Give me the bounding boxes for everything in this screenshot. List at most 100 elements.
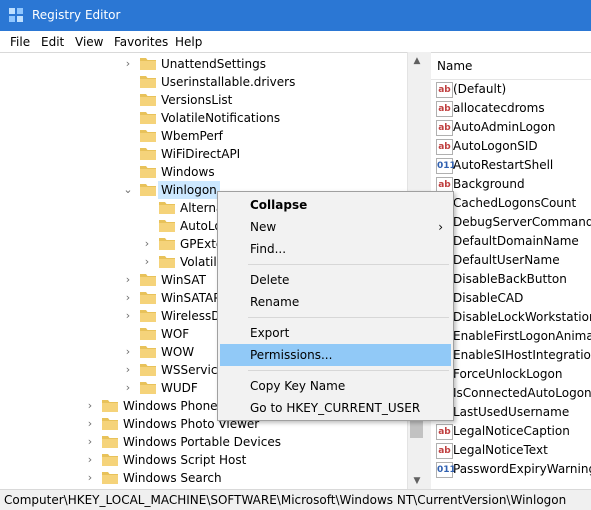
chevron-right-icon[interactable]: › xyxy=(123,289,133,307)
value-row[interactable]: ab allocatecdroms xyxy=(431,99,591,118)
chevron-right-icon[interactable]: › xyxy=(142,253,152,271)
value-row[interactable]: 011DisableLockWorkstation xyxy=(431,308,591,327)
value-row[interactable]: abDebugServerCommand xyxy=(431,213,591,232)
registry-icon xyxy=(9,8,23,22)
binary-value-icon: 011 xyxy=(436,158,456,174)
context-menu-item-find[interactable]: Find... xyxy=(220,238,451,260)
tree-item-label: Windows Search xyxy=(123,471,222,485)
scroll-up-icon[interactable]: ▲ xyxy=(412,56,422,66)
chevron-right-icon[interactable]: › xyxy=(123,55,133,73)
value-name: PasswordExpiryWarning xyxy=(453,462,591,476)
chevron-right-icon[interactable]: › xyxy=(123,343,133,361)
menu-help[interactable]: Help xyxy=(175,35,202,49)
tree-item-label: WUDF xyxy=(161,381,198,395)
chevron-right-icon[interactable]: › xyxy=(123,361,133,379)
value-row[interactable]: abDefaultUserName xyxy=(431,251,591,270)
chevron-right-icon[interactable]: › xyxy=(123,271,133,289)
context-menu-label: Delete xyxy=(250,273,290,287)
chevron-right-icon[interactable]: › xyxy=(85,415,95,433)
value-name: DisableCAD xyxy=(453,291,524,305)
tree-item-label: UnattendSettings xyxy=(161,57,266,71)
folder-icon xyxy=(159,202,175,214)
value-row[interactable]: ab AutoLogonSID xyxy=(431,137,591,156)
context-menu-item-go-to-hkey-current-user[interactable]: Go to HKEY_CURRENT_USER xyxy=(220,397,451,419)
value-name: AutoRestartShell xyxy=(453,158,554,172)
value-row[interactable]: 011DisableBackButton xyxy=(431,270,591,289)
value-name: EnableSIHostIntegration xyxy=(453,348,591,362)
menu-edit[interactable]: Edit xyxy=(41,35,64,49)
value-name: AutoLogonSID xyxy=(453,139,538,153)
tree-item-label: Windows Phone xyxy=(123,399,218,413)
chevron-right-icon[interactable]: › xyxy=(85,397,95,415)
tree-item-wifidirectapi[interactable]: WiFiDirectAPI xyxy=(0,145,407,163)
tree-item-windows-script-host[interactable]: › Windows Script Host xyxy=(0,451,407,469)
context-menu-item-permissions[interactable]: Permissions... xyxy=(220,344,451,366)
tree-item-label: Windows Portable Devices xyxy=(123,435,281,449)
value-row[interactable]: abCachedLogonsCount xyxy=(431,194,591,213)
value-name: IsConnectedAutoLogon xyxy=(453,386,591,400)
scroll-down-icon[interactable]: ▼ xyxy=(412,476,422,486)
menu-file[interactable]: File xyxy=(10,35,30,49)
value-row[interactable]: ab (Default) xyxy=(431,80,591,99)
folder-icon xyxy=(140,130,156,142)
context-menu-item-collapse[interactable]: Collapse xyxy=(220,194,451,216)
value-row[interactable]: abDefaultDomainName xyxy=(431,232,591,251)
chevron-down-icon[interactable]: ⌄ xyxy=(123,181,133,199)
tree-item-wbemperf[interactable]: WbemPerf xyxy=(0,127,407,145)
value-row[interactable]: ab AutoAdminLogon xyxy=(431,118,591,137)
value-row[interactable]: ab LegalNoticeCaption xyxy=(431,422,591,441)
chevron-right-icon[interactable]: › xyxy=(142,235,152,253)
tree-item-label: WiFiDirectAPI xyxy=(161,147,241,161)
tree-item-versionslist[interactable]: VersionsList xyxy=(0,91,407,109)
value-row[interactable]: 011EnableFirstLogonAnimation xyxy=(431,327,591,346)
tree-item-windows-search[interactable]: › Windows Search xyxy=(0,469,407,487)
context-menu-item-export[interactable]: Export xyxy=(220,322,451,344)
folder-icon xyxy=(140,346,156,358)
chevron-right-icon[interactable]: › xyxy=(123,379,133,397)
values-list[interactable]: Name ab (Default) ab allocatecdroms ab AutoAd… xyxy=(431,52,591,490)
folder-icon xyxy=(140,58,156,70)
folder-icon xyxy=(140,148,156,160)
value-row[interactable]: ab LegalNoticeText xyxy=(431,441,591,460)
context-menu-label: Find... xyxy=(250,242,287,256)
tree-item-label: Windows Script Host xyxy=(123,453,247,467)
string-value-icon: ab xyxy=(436,101,453,117)
value-row[interactable]: 011DisableCAD xyxy=(431,289,591,308)
status-path: Computer\HKEY_LOCAL_MACHINE\SOFTWARE\Mic… xyxy=(4,493,567,507)
context-menu-item-new[interactable]: New › xyxy=(220,216,451,238)
folder-icon xyxy=(140,76,156,88)
tree-item-label: WinSAT xyxy=(161,273,206,287)
folder-icon xyxy=(159,256,175,268)
context-menu-label: Go to HKEY_CURRENT_USER xyxy=(250,401,421,415)
tree-item-windows[interactable]: Windows xyxy=(0,163,407,181)
value-row[interactable]: ab Background xyxy=(431,175,591,194)
string-value-icon: ab xyxy=(436,120,453,136)
chevron-right-icon[interactable]: › xyxy=(123,307,133,325)
value-row[interactable]: 011EnableSIHostIntegration xyxy=(431,346,591,365)
folder-icon xyxy=(102,418,118,430)
tree-item-unattendsettings[interactable]: › UnattendSettings xyxy=(0,55,407,73)
context-menu-item-rename[interactable]: Rename xyxy=(220,291,451,313)
value-row[interactable]: abLastUsedUsername xyxy=(431,403,591,422)
tree-item-userinstallable-drivers[interactable]: Userinstallable.drivers xyxy=(0,73,407,91)
context-menu-item-delete[interactable]: Delete xyxy=(220,269,451,291)
menu-favorites[interactable]: Favorites xyxy=(114,35,168,49)
value-row[interactable]: 011 AutoRestartShell xyxy=(431,156,591,175)
string-value-icon: ab xyxy=(436,139,453,155)
chevron-right-icon[interactable]: › xyxy=(85,469,95,487)
folder-icon xyxy=(140,364,156,376)
menu-view[interactable]: View xyxy=(75,35,103,49)
value-name: DebugServerCommand xyxy=(453,215,591,229)
column-header-name[interactable]: Name xyxy=(431,53,591,80)
chevron-right-icon[interactable]: › xyxy=(85,451,95,469)
value-row[interactable]: 011 PasswordExpiryWarning xyxy=(431,460,591,479)
context-menu-item-copy-key-name[interactable]: Copy Key Name xyxy=(220,375,451,397)
folder-icon xyxy=(140,166,156,178)
tree-item-volatilenotifications[interactable]: VolatileNotifications xyxy=(0,109,407,127)
value-row[interactable]: 011ForceUnlockLogon xyxy=(431,365,591,384)
chevron-right-icon[interactable]: › xyxy=(85,433,95,451)
value-name: DefaultDomainName xyxy=(453,234,579,248)
value-row[interactable]: 011IsConnectedAutoLogon xyxy=(431,384,591,403)
tree-item-windows-portable-devices[interactable]: › Windows Portable Devices xyxy=(0,433,407,451)
value-name: allocatecdroms xyxy=(453,101,545,115)
